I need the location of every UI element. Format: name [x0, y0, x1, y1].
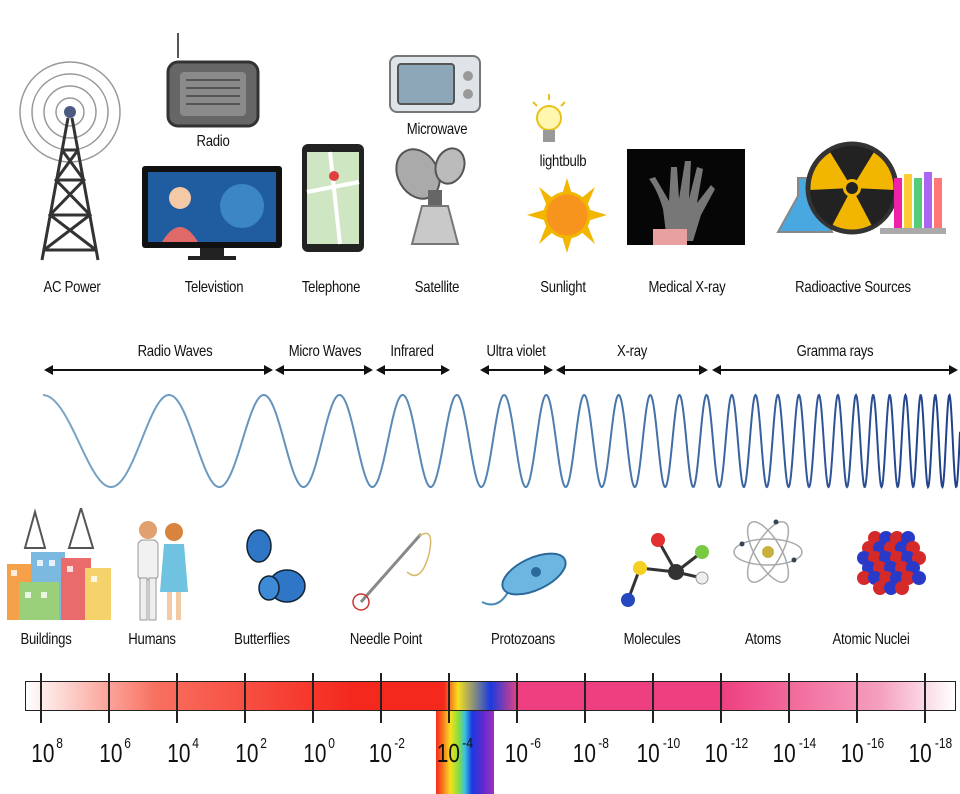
source-label-ac-power: AC Power [43, 279, 101, 296]
source-label-radio: Radio [196, 133, 230, 150]
electromagnetic-wave [43, 392, 960, 490]
source-label-microwave: Microwave [406, 121, 468, 138]
band-arrow-5 [712, 365, 958, 375]
axis-tick-label: 10 -14 [772, 735, 817, 768]
band-arrow-0 [44, 365, 273, 375]
axis-tick [380, 673, 382, 723]
scale-label-atoms: Atoms [745, 631, 781, 648]
scale-label-humans: Humans [128, 631, 176, 648]
humans-icon [137, 521, 188, 621]
axis-tick [40, 673, 42, 723]
axis-tick-label: 10 -8 [572, 735, 609, 768]
xray-hand-icon [627, 149, 745, 245]
axis-tick [924, 673, 926, 723]
band-label-radio-waves: Radio Waves [137, 343, 213, 360]
scale-label-molecules: Molecules [623, 631, 681, 648]
electromagnetic-spectrum-infographic: Radio Microwave lightbulb AC Power Telev… [0, 0, 960, 794]
protozoan-icon [481, 552, 567, 606]
sun-icon [527, 178, 607, 253]
band-label-infrared: Infrared [390, 343, 434, 360]
butterfly-icon [246, 529, 306, 603]
band-label-micro-waves: Micro Waves [288, 343, 362, 360]
smartphone-icon [302, 144, 364, 252]
band-label-x-ray: X-ray [616, 343, 648, 360]
radio-tower-icon [19, 61, 121, 261]
band-range-arrows [44, 365, 958, 375]
axis-tick [788, 673, 790, 723]
band-arrow-3 [480, 365, 553, 375]
axis-tick [516, 673, 518, 723]
axis-tick [176, 673, 178, 723]
axis-tick-label: 10 -10 [636, 735, 681, 768]
source-label-lightbulb: lightbulb [539, 153, 587, 170]
band-label-ultra-violet: Ultra violet [486, 343, 546, 360]
lightbulb-icon [532, 94, 566, 142]
scale-label-protozoans: Protozoans [491, 631, 555, 648]
satellite-dish-icon [395, 147, 466, 245]
scale-label-needle-point: Needle Point [349, 631, 423, 648]
axis-tick-label: 10 0 [303, 735, 335, 768]
scale-label-buildings: Buildings [20, 631, 72, 648]
band-arrow-2 [376, 365, 450, 375]
axis-tick-label: 10 4 [167, 735, 199, 768]
band-arrow-4 [556, 365, 708, 375]
nucleus-icon [857, 531, 926, 595]
axis-tick-label: 10 -16 [840, 735, 885, 768]
axis-tick [312, 673, 314, 723]
band-arrow-1 [275, 365, 373, 375]
source-label-medical-xray: Medical X-ray [648, 279, 726, 296]
axis-tick [108, 673, 110, 723]
wave-line [43, 392, 960, 490]
axis-tick-label: 10 -6 [504, 735, 541, 768]
source-label-telephone: Telephone [301, 279, 361, 296]
band-label-gamma-rays: Gramma rays [796, 343, 874, 360]
axis-tick-label: 10 2 [235, 735, 267, 768]
source-label-radioactive: Radioactive Sources [795, 279, 911, 296]
axis-tick-label: 10 8 [31, 735, 63, 768]
axis-tick-label: 10 6 [99, 735, 131, 768]
microwave-icon [389, 55, 481, 113]
nucleon [912, 571, 926, 585]
buildings-icon [7, 508, 111, 620]
axis-tick-label: 10 -12 [704, 735, 749, 768]
axis-tick-label: 10 -4 [436, 735, 473, 768]
wavelength-bar [25, 681, 956, 711]
atom-icon [733, 519, 803, 583]
axis-tick [448, 673, 450, 723]
source-label-television: Televistion [184, 279, 244, 296]
axis-tick [720, 673, 722, 723]
scale-label-atomic-nuclei: Atomic Nuclei [832, 631, 910, 648]
radiation-icon [776, 141, 946, 235]
television-icon [142, 166, 282, 260]
nucleon [895, 581, 909, 595]
axis-tick [244, 673, 246, 723]
axis-tick [856, 673, 858, 723]
axis-tick [584, 673, 586, 723]
axis-tick-label: 10 -18 [908, 735, 953, 768]
source-label-sunlight: Sunlight [540, 279, 586, 296]
axis-tick-label: 10 -2 [368, 735, 405, 768]
needle-icon [352, 532, 432, 611]
radio-icon [166, 33, 260, 128]
source-label-satellite: Satellite [414, 279, 460, 296]
molecule-icon [621, 533, 709, 607]
axis-tick [652, 673, 654, 723]
scale-label-butterflies: Butterflies [234, 631, 290, 648]
